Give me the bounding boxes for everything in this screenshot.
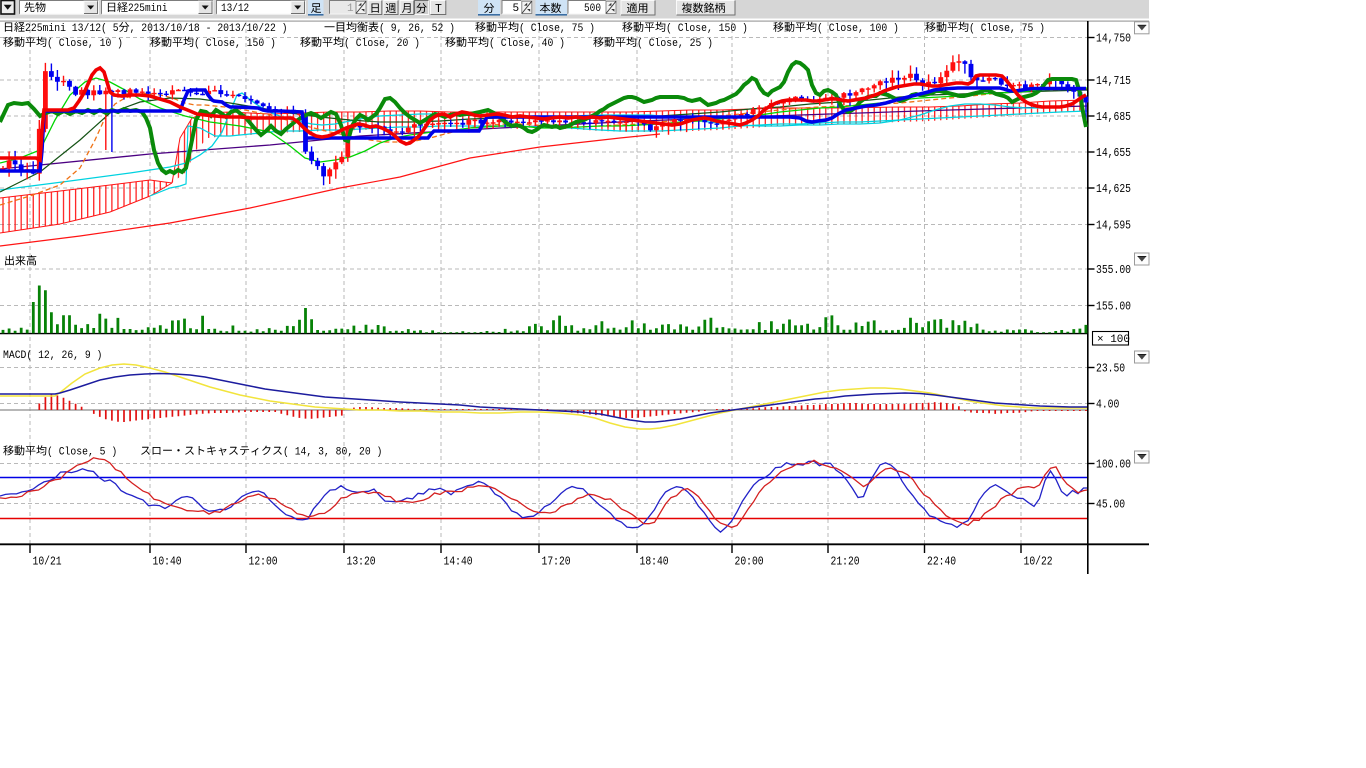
svg-text:22:40: 22:40 [927, 555, 956, 569]
svg-text:500: 500 [584, 3, 601, 15]
svg-text:( Close, 150 ): ( Close, 150 ) [666, 23, 748, 35]
svg-text:, 2013/10/18 - 2013/10/22 ): , 2013/10/18 - 2013/10/22 ) [130, 23, 288, 35]
svg-text:( Close, 75 ): ( Close, 75 ) [519, 23, 595, 35]
svg-text:225mini 13/12( 5: 225mini 13/12( 5 [25, 23, 119, 35]
svg-text:( Close, 25 ): ( Close, 25 ) [637, 38, 713, 50]
svg-text:10/22: 10/22 [1024, 555, 1053, 569]
svg-text:( Close, 40 ): ( Close, 40 ) [489, 38, 565, 50]
svg-text:MACD( 12, 26, 9 ): MACD( 12, 26, 9 ) [3, 350, 102, 362]
svg-text:( Close, 100 ): ( Close, 100 ) [817, 23, 899, 35]
svg-text:12:00: 12:00 [249, 555, 278, 569]
svg-text:225mini: 225mini [128, 3, 168, 15]
svg-text:× 100: × 100 [1097, 334, 1130, 346]
svg-text:13:20: 13:20 [347, 555, 376, 569]
svg-text:355.00: 355.00 [1096, 263, 1131, 277]
svg-text:14,595: 14,595 [1096, 218, 1131, 232]
svg-text:( 9, 26, 52 ): ( 9, 26, 52 ) [379, 23, 455, 35]
svg-text:4.00: 4.00 [1096, 397, 1119, 411]
svg-text:( Close, 10 ): ( Close, 10 ) [47, 38, 123, 50]
svg-text:21:20: 21:20 [831, 555, 860, 569]
svg-text:155.00: 155.00 [1096, 299, 1131, 313]
svg-text:( Close, 75 ): ( Close, 75 ) [969, 23, 1045, 35]
svg-text:18:40: 18:40 [640, 555, 669, 569]
svg-text:10/21: 10/21 [33, 555, 62, 569]
svg-text:( Close, 20 ): ( Close, 20 ) [344, 38, 420, 50]
svg-text:23.50: 23.50 [1096, 361, 1125, 375]
svg-text:14,750: 14,750 [1096, 31, 1131, 45]
svg-text:17:20: 17:20 [542, 555, 571, 569]
svg-text:14,625: 14,625 [1096, 182, 1131, 196]
svg-text:( Close, 150 ): ( Close, 150 ) [194, 38, 276, 50]
svg-text:100.00: 100.00 [1096, 457, 1131, 471]
svg-text:14:40: 14:40 [444, 555, 473, 569]
svg-text:14,715: 14,715 [1096, 74, 1131, 88]
svg-text:( 14, 3, 80, 20 ): ( 14, 3, 80, 20 ) [283, 447, 382, 459]
svg-text:14,685: 14,685 [1096, 110, 1131, 124]
svg-text:10:40: 10:40 [153, 555, 182, 569]
svg-text:13/12: 13/12 [221, 3, 249, 15]
svg-text:45.00: 45.00 [1096, 497, 1125, 511]
svg-text:T: T [435, 3, 442, 16]
svg-text:5: 5 [513, 3, 520, 15]
svg-text:14,655: 14,655 [1096, 146, 1131, 160]
svg-text:( Close, 5 ): ( Close, 5 ) [47, 447, 117, 459]
svg-text:20:00: 20:00 [735, 555, 764, 569]
svg-text:1: 1 [347, 3, 354, 15]
